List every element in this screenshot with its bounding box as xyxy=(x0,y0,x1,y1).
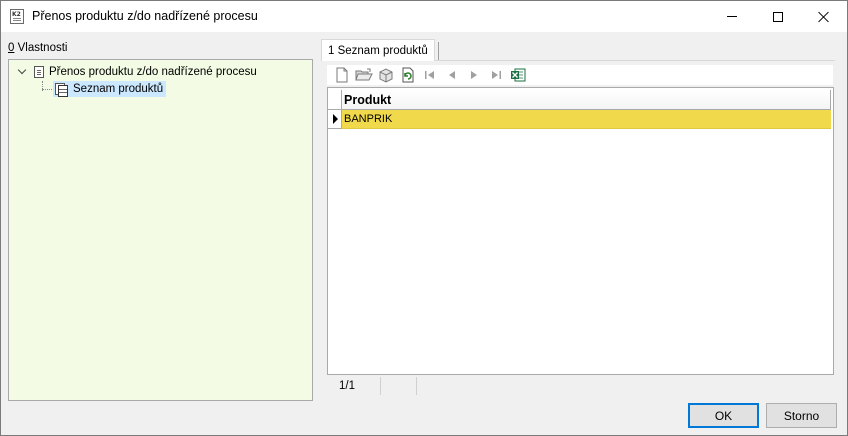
new-button[interactable] xyxy=(331,65,353,85)
tree-selection: Seznam produktů xyxy=(53,81,167,97)
cancel-button[interactable]: Storno xyxy=(766,403,837,428)
previous-record-button[interactable] xyxy=(441,65,463,85)
table-row[interactable]: BANPRIK xyxy=(328,110,831,129)
tree-node-product-list-label: Seznam produktů xyxy=(73,83,164,95)
next-record-icon xyxy=(471,71,477,79)
open-button[interactable] xyxy=(353,65,375,85)
last-record-button[interactable] xyxy=(485,65,507,85)
row-indicator-header xyxy=(328,90,342,110)
last-record-icon xyxy=(492,71,501,79)
list-icon xyxy=(55,82,68,97)
minimize-button[interactable] xyxy=(709,1,755,32)
refresh-button[interactable] xyxy=(397,65,419,85)
title-bar: Přenos produktu z/do nadřízené procesu xyxy=(1,1,847,32)
properties-tree[interactable]: Přenos produktu z/do nadřízené procesu S… xyxy=(8,59,313,401)
tree-node-root-label: Přenos produktu z/do nadřízené procesu xyxy=(49,66,257,78)
current-row-icon xyxy=(328,110,342,129)
refresh-document-icon xyxy=(402,67,414,83)
properties-label-text: Vlastnosti xyxy=(14,42,68,54)
product-grid[interactable]: Produkt BANPRIK xyxy=(327,87,834,375)
tab-strip: 1 Seznam produktů xyxy=(321,39,835,61)
new-document-icon xyxy=(336,67,348,83)
close-button[interactable] xyxy=(801,1,847,32)
dialog-window: Přenos produktu z/do nadřízené procesu 0… xyxy=(0,0,848,436)
status-segment xyxy=(381,377,417,395)
tree-node-root[interactable]: Přenos produktu z/do nadřízené procesu xyxy=(34,64,257,80)
open-folder-icon xyxy=(355,68,373,81)
ok-button[interactable]: OK xyxy=(688,403,759,428)
minimize-icon xyxy=(727,16,737,17)
grid-status-bar: 1/1 xyxy=(327,376,834,396)
tree-node-product-list[interactable]: Seznam produktů xyxy=(53,81,167,97)
window-title: Přenos produktu z/do nadřízené procesu xyxy=(32,9,258,23)
first-record-icon xyxy=(425,71,434,79)
tab-product-list[interactable]: 1 Seznam produktů xyxy=(321,39,435,61)
chevron-down-icon[interactable] xyxy=(18,67,28,75)
column-header-produkt[interactable]: Produkt xyxy=(342,90,831,110)
app-icon xyxy=(10,9,24,24)
grid-header: Produkt xyxy=(328,90,831,110)
grid-toolbar xyxy=(327,65,833,85)
maximize-icon xyxy=(773,11,783,22)
table-cell-produkt[interactable]: BANPRIK xyxy=(342,110,831,129)
box-icon xyxy=(379,68,393,83)
document-icon xyxy=(34,66,44,78)
maximize-button[interactable] xyxy=(755,1,801,32)
properties-label: 0 Vlastnosti xyxy=(8,42,67,54)
excel-export-icon xyxy=(511,68,526,82)
next-record-button[interactable] xyxy=(463,65,485,85)
tab-separator xyxy=(438,42,439,60)
box-button[interactable] xyxy=(375,65,397,85)
close-icon xyxy=(818,11,830,23)
first-record-button[interactable] xyxy=(419,65,441,85)
excel-export-button[interactable] xyxy=(507,65,529,85)
record-counter: 1/1 xyxy=(327,377,381,395)
previous-record-icon xyxy=(449,71,455,79)
